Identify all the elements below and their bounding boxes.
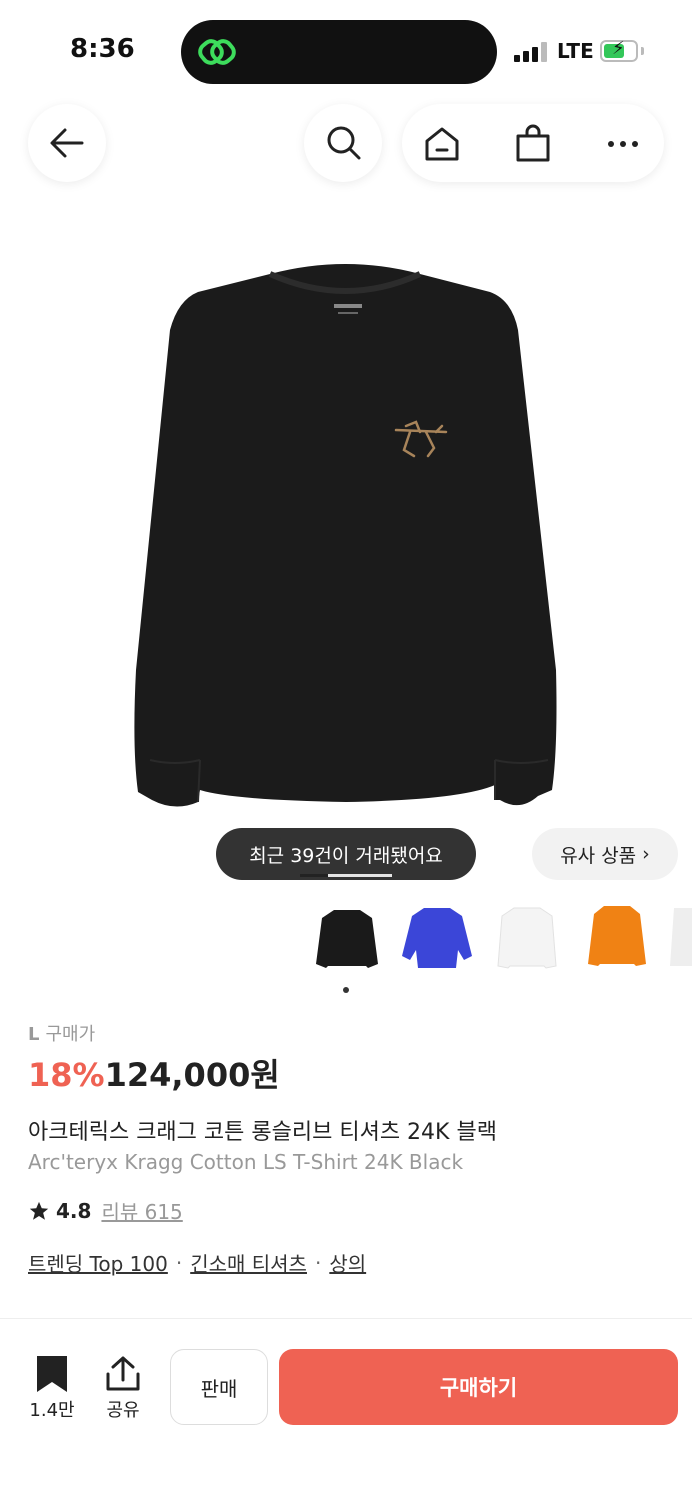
charging-icon: ⚡ bbox=[612, 38, 625, 59]
star-icon bbox=[29, 1201, 49, 1220]
size-price-label: L 구매가 bbox=[28, 1020, 95, 1046]
review-link[interactable]: 리뷰 615 bbox=[101, 1196, 182, 1225]
link-icon bbox=[197, 34, 237, 74]
thumbnail-white-2[interactable] bbox=[666, 898, 692, 980]
share-button[interactable] bbox=[100, 1356, 146, 1396]
thumbnail-white[interactable] bbox=[486, 898, 568, 980]
product-name-korean: 아크테릭스 크래그 코튼 롱슬리브 티셔츠 24K 블랙 bbox=[28, 1120, 497, 1145]
tag-separator: · bbox=[175, 1250, 183, 1275]
share-icon bbox=[106, 1356, 140, 1391]
nav-action-group bbox=[402, 104, 664, 182]
similar-products-button[interactable]: 유사 상품 › bbox=[532, 828, 678, 880]
thumbnail-orange[interactable] bbox=[576, 898, 658, 980]
product-image[interactable] bbox=[0, 200, 692, 880]
rating-value: 4.8 bbox=[56, 1198, 92, 1223]
wishlist-button[interactable] bbox=[28, 1356, 76, 1396]
selected-thumbnail-dot bbox=[343, 987, 349, 993]
bookmark-icon bbox=[37, 1356, 67, 1392]
status-time: 8:36 bbox=[70, 34, 135, 64]
dynamic-island bbox=[181, 20, 497, 84]
price-value: 124,000원 bbox=[104, 1056, 280, 1094]
search-button[interactable] bbox=[304, 104, 382, 182]
more-horizontal-icon[interactable] bbox=[605, 134, 641, 154]
search-icon bbox=[327, 126, 361, 160]
price-type-label: 구매가 bbox=[45, 1024, 96, 1045]
recent-trades-toast: 최근 39건이 거래됐어요 bbox=[216, 828, 476, 880]
thumbnail-black[interactable] bbox=[306, 898, 388, 980]
arrow-left-icon bbox=[50, 128, 84, 158]
sell-button[interactable]: 판매 bbox=[170, 1349, 268, 1425]
share-label: 공유 bbox=[106, 1400, 140, 1421]
tag-trending[interactable]: 트렌딩 Top 100 bbox=[28, 1248, 168, 1277]
tag-tops[interactable]: 상의 bbox=[329, 1248, 366, 1277]
discount-rate: 18% bbox=[28, 1056, 105, 1094]
chevron-right-icon: › bbox=[642, 843, 650, 865]
size-value: L bbox=[28, 1024, 40, 1045]
thumbnail-blue[interactable] bbox=[396, 898, 478, 980]
gallery-progress bbox=[300, 874, 392, 877]
status-bar: 8:36 LTE ⚡ bbox=[0, 0, 692, 100]
price-row: 18%124,000원 bbox=[28, 1050, 280, 1096]
wishlist-count: 1.4만 bbox=[29, 1400, 75, 1421]
home-icon[interactable] bbox=[422, 124, 462, 164]
network-label: LTE bbox=[557, 39, 594, 63]
category-tags: 트렌딩 Top 100 · 긴소매 티셔츠 · 상의 bbox=[28, 1248, 366, 1277]
product-name-english: Arc'teryx Kragg Cotton LS T-Shirt 24K Bl… bbox=[28, 1150, 464, 1174]
back-button[interactable] bbox=[28, 104, 106, 182]
rating-row: 4.8 리뷰 615 bbox=[28, 1196, 183, 1225]
divider bbox=[0, 1318, 692, 1319]
battery-cap bbox=[641, 47, 644, 55]
similar-products-label: 유사 상품 bbox=[560, 844, 637, 867]
signal-icon bbox=[514, 40, 548, 62]
shirt-body bbox=[134, 264, 557, 807]
tag-long-sleeve[interactable]: 긴소매 티셔츠 bbox=[190, 1248, 307, 1277]
tag-separator: · bbox=[314, 1250, 322, 1275]
buy-button[interactable]: 구매하기 bbox=[279, 1349, 678, 1425]
shopping-bag-icon[interactable] bbox=[513, 124, 553, 164]
